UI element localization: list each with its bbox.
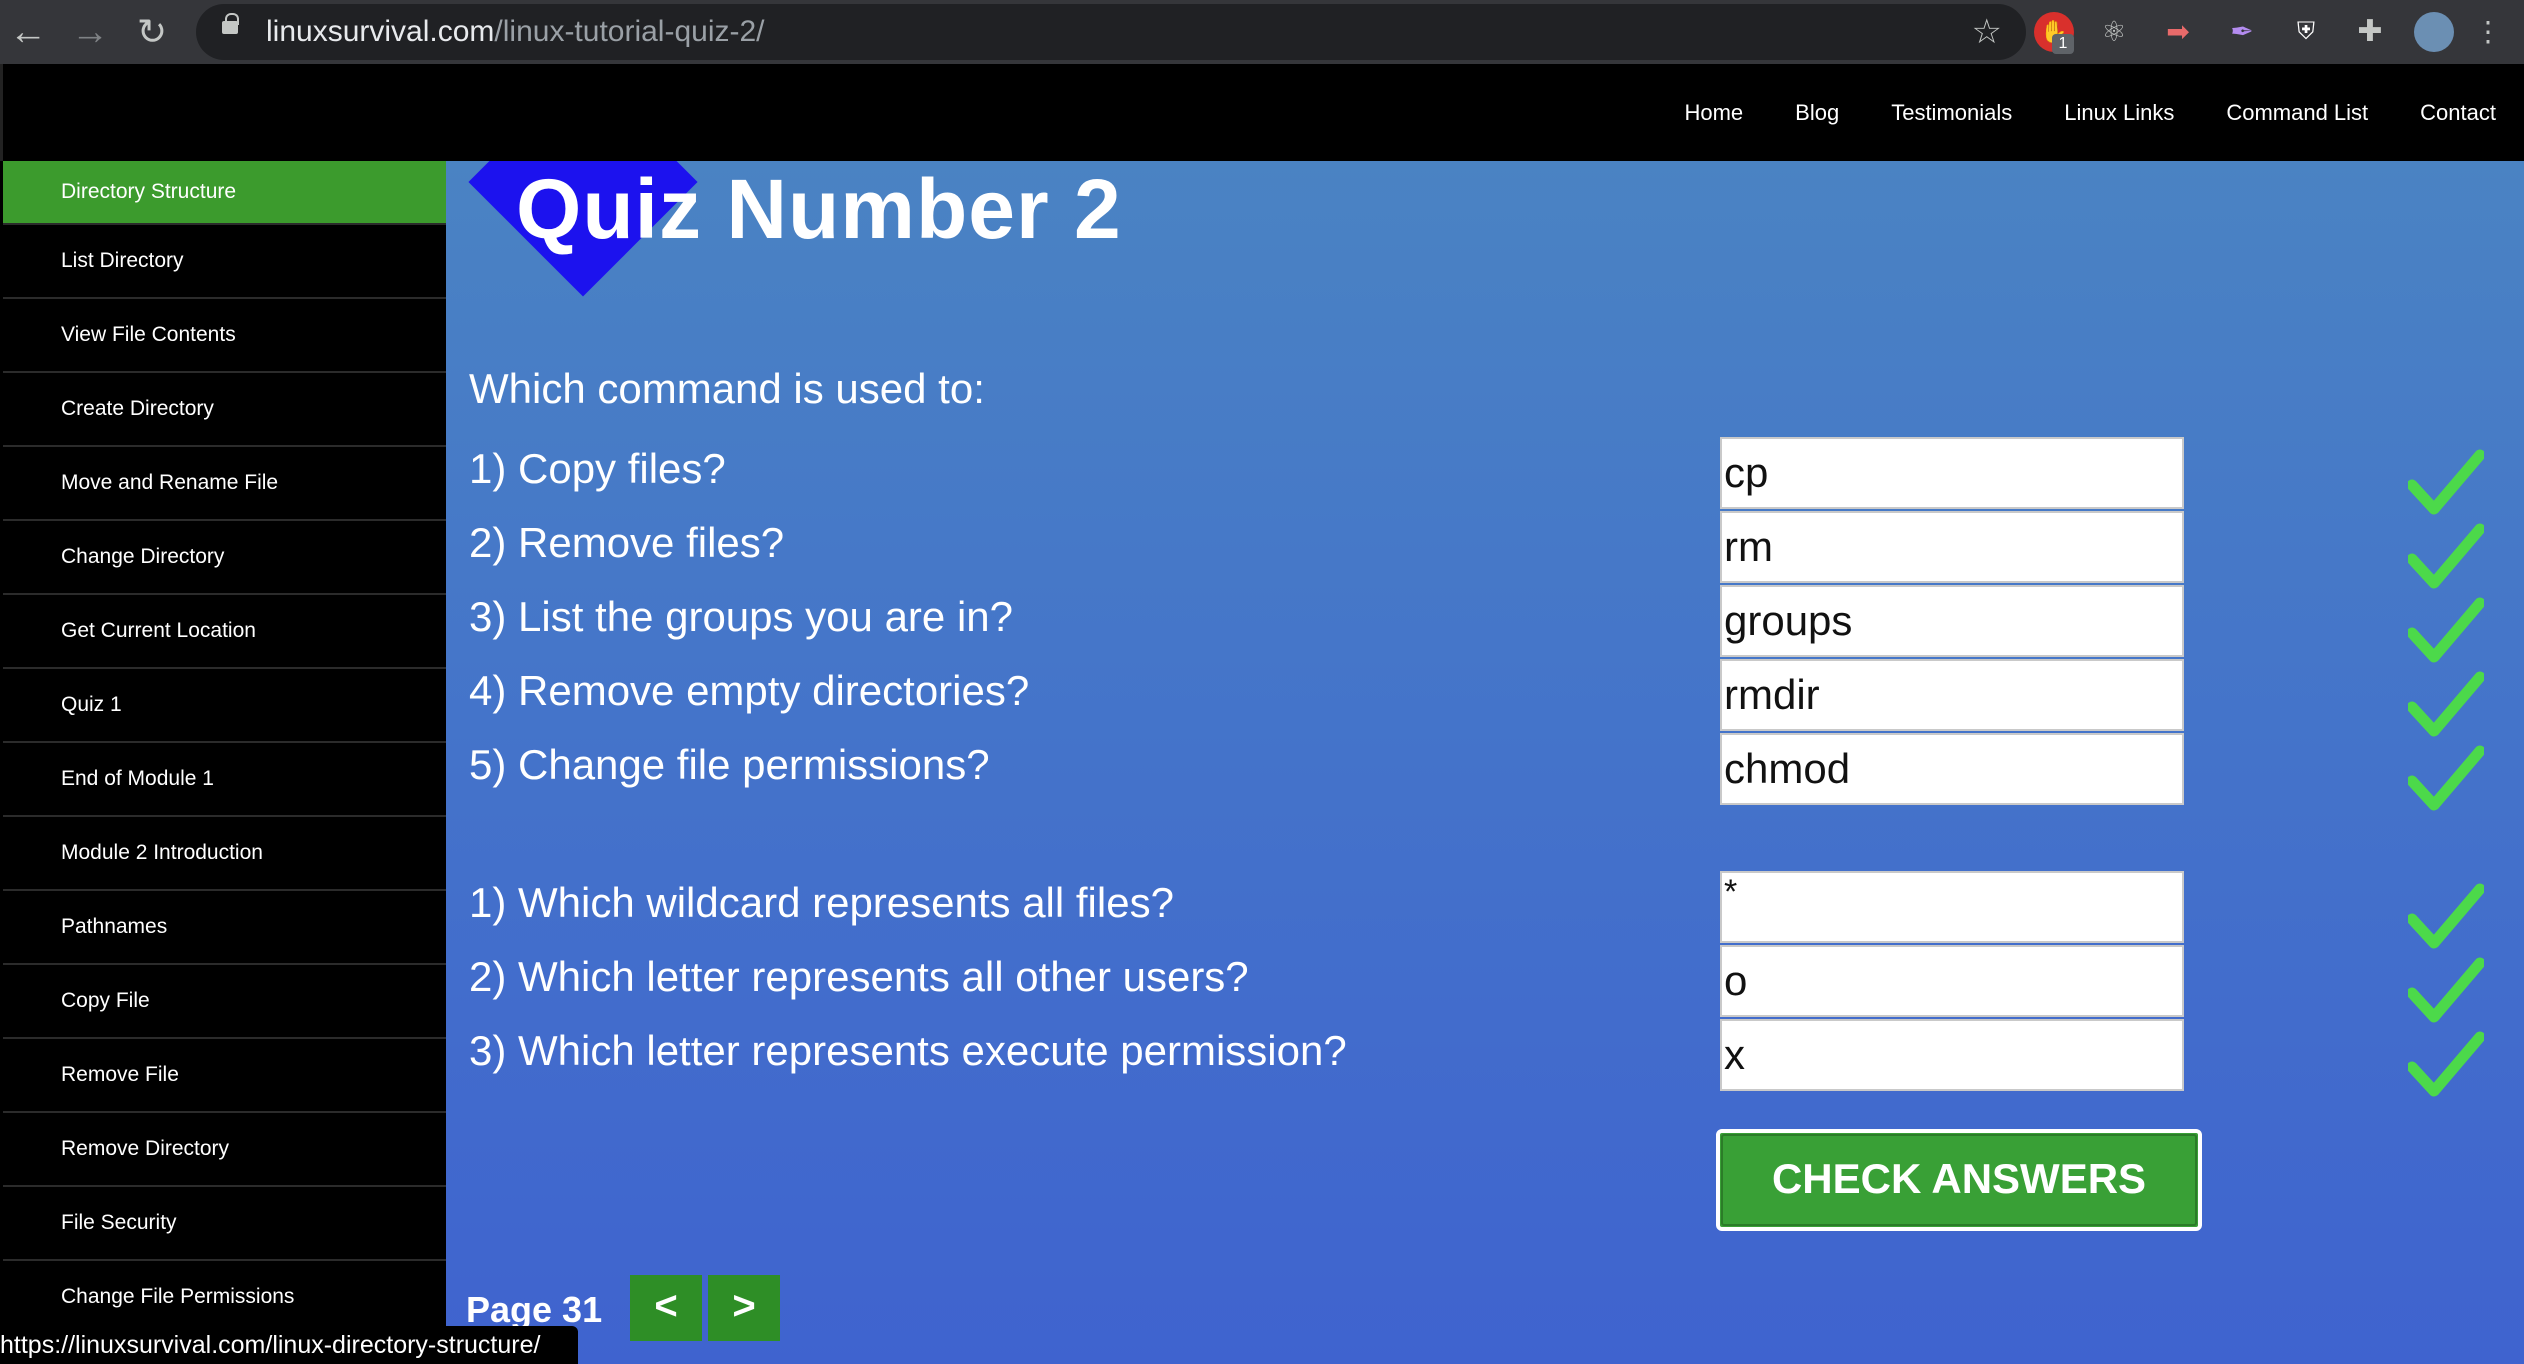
question-text: 2) Remove files? [469, 519, 785, 566]
address-bar[interactable]: linuxsurvival.com/linux-tutorial-quiz-2/… [196, 4, 2026, 60]
feather-extension-icon[interactable]: ✒ [2222, 12, 2262, 52]
nav-home[interactable]: Home [1684, 100, 1743, 126]
correct-check-icon [2408, 449, 2484, 515]
extension-badge: 1 [2052, 34, 2074, 54]
sidebar-item-get-current-location[interactable]: Get Current Location [3, 595, 446, 669]
page-title: Quiz Number 2 [516, 162, 1122, 256]
sidebar-item-list-directory[interactable]: List Directory [3, 225, 446, 299]
puzzle-extensions-icon[interactable]: ✚ [2350, 12, 2390, 52]
sidebar-item-change-directory[interactable]: Change Directory [3, 521, 446, 595]
site-header: Home Blog Testimonials Linux Links Comma… [0, 64, 2524, 161]
top-navigation: Home Blog Testimonials Linux Links Comma… [1632, 64, 2496, 161]
lock-icon [222, 13, 239, 34]
url-path: /linux-tutorial-quiz-2/ [494, 15, 765, 48]
nav-blog[interactable]: Blog [1795, 100, 1839, 126]
sidebar-item-copy-file[interactable]: Copy File [3, 965, 446, 1039]
correct-check-icon [2408, 745, 2484, 811]
url-text[interactable]: linuxsurvival.com/linux-tutorial-quiz-2/ [266, 4, 765, 60]
reload-icon[interactable]: ↻ [130, 10, 174, 54]
bookmark-star-icon[interactable]: ☆ [1972, 4, 2002, 60]
question-text: 5) Change file permissions? [469, 741, 990, 788]
sidebar-item-quiz-1[interactable]: Quiz 1 [3, 669, 446, 743]
browser-toolbar: ← → ↻ linuxsurvival.com/linux-tutorial-q… [0, 0, 2524, 64]
menu-dots-icon[interactable]: ⋮ [2474, 12, 2502, 52]
answer-input[interactable]: x [1720, 1019, 2184, 1091]
nav-testimonials[interactable]: Testimonials [1891, 100, 2012, 126]
forward-icon[interactable]: → [68, 10, 112, 54]
profile-avatar[interactable] [2414, 12, 2454, 52]
sidebar-item-pathnames[interactable]: Pathnames [3, 891, 446, 965]
sidebar-item-change-file-permissions[interactable]: Change File Permissions [3, 1261, 446, 1335]
question-text: 1) Which wildcard represents all files? [469, 879, 1174, 926]
correct-check-icon [2408, 597, 2484, 663]
quiz-intro: Which command is used to: [469, 365, 985, 412]
question-text: 4) Remove empty directories? [469, 667, 1030, 714]
correct-check-icon [2408, 957, 2484, 1023]
page-number: Page 31 [466, 1289, 603, 1330]
answer-input[interactable]: rm [1720, 511, 2184, 583]
nav-linux-links[interactable]: Linux Links [2064, 100, 2174, 126]
question-text: 3) List the groups you are in? [469, 593, 1013, 640]
sidebar-item-end-of-module-1[interactable]: End of Module 1 [3, 743, 446, 817]
answer-input[interactable]: cp [1720, 437, 2184, 509]
next-page-button[interactable]: > [708, 1275, 780, 1341]
nav-command-list[interactable]: Command List [2226, 100, 2368, 126]
question-text: 1) Copy files? [469, 445, 726, 492]
prev-page-button[interactable]: < [630, 1275, 702, 1341]
video-extension-icon[interactable]: ➡ [2158, 12, 2198, 52]
question-text: 2) Which letter represents all other use… [469, 953, 1249, 1000]
sidebar-item-view-file-contents[interactable]: View File Contents [3, 299, 446, 373]
shield-extension-icon[interactable]: ⛨ [2286, 12, 2326, 52]
react-extension-icon[interactable]: ⚛ [2094, 12, 2134, 52]
sidebar-item-move-and-rename-file[interactable]: Move and Rename File [3, 447, 446, 521]
sidebar-item-module-2-introduction[interactable]: Module 2 Introduction [3, 817, 446, 891]
answer-input[interactable]: groups [1720, 585, 2184, 657]
correct-check-icon [2408, 523, 2484, 589]
sidebar-item-directory-structure[interactable]: Directory Structure [3, 161, 446, 225]
answer-input[interactable]: o [1720, 945, 2184, 1017]
correct-check-icon [2408, 1031, 2484, 1097]
question-text: 3) Which letter represents execute permi… [469, 1027, 1347, 1074]
answer-input[interactable]: rmdir [1720, 659, 2184, 731]
sidebar-item-remove-file[interactable]: Remove File [3, 1039, 446, 1113]
correct-check-icon [2408, 883, 2484, 949]
lesson-sidebar: Directory Structure List Directory View … [3, 161, 446, 1364]
quiz-content: Quiz Number 2 Which command is used to: … [446, 161, 2524, 1364]
url-domain: linuxsurvival.com [266, 15, 495, 48]
check-answers-button[interactable]: CHECK ANSWERS [1716, 1129, 2202, 1231]
back-icon[interactable]: ← [6, 10, 50, 54]
sidebar-item-create-directory[interactable]: Create Directory [3, 373, 446, 447]
nav-contact[interactable]: Contact [2420, 100, 2496, 126]
status-bar-url: https://linuxsurvival.com/linux-director… [0, 1326, 578, 1364]
answer-input[interactable]: * [1720, 871, 2184, 943]
sidebar-item-file-security[interactable]: File Security [3, 1187, 446, 1261]
sidebar-item-remove-directory[interactable]: Remove Directory [3, 1113, 446, 1187]
answer-input[interactable]: chmod [1720, 733, 2184, 805]
correct-check-icon [2408, 671, 2484, 737]
